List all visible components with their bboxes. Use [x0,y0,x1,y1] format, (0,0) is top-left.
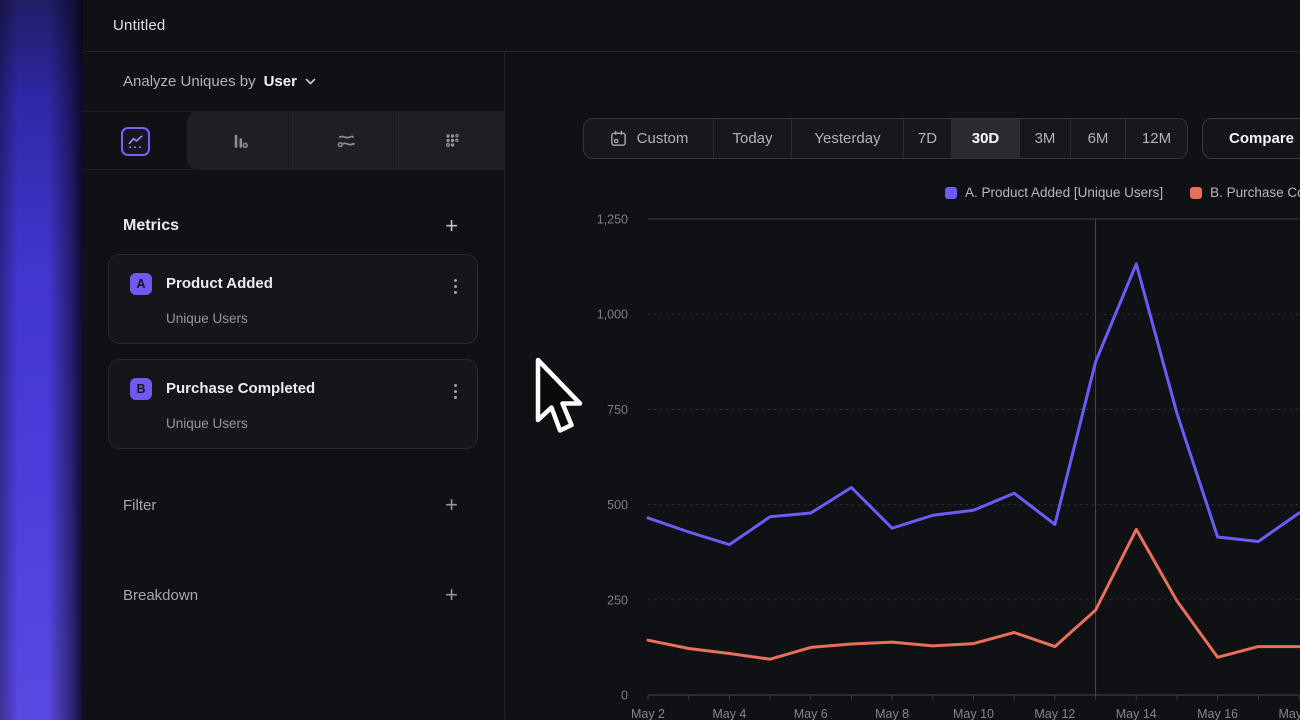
filter-section: Filter + [83,493,504,517]
breakdown-section: Breakdown + [83,583,504,607]
tab-bar-chart[interactable] [187,112,292,169]
chart-panel: CustomTodayYesterday7D30D3M6M12M Compare… [505,52,1300,719]
series-line-a [648,264,1299,545]
filter-label: Filter [123,497,156,514]
app-window: Untitled Analyze Uniques by User Metr [83,0,1300,720]
top-bar: Untitled [83,0,1300,52]
x-axis-tick-label: May 18 [1279,707,1300,720]
chart-type-tab-group [187,112,504,169]
metric-name: Product Added [166,275,273,292]
analyze-row: Analyze Uniques by User [83,52,504,112]
kebab-menu-icon[interactable] [454,384,457,399]
tab-dot-grid[interactable] [398,112,504,169]
series-line-b [648,529,1299,659]
x-axis-tick-label: May 8 [875,707,909,720]
metric-card[interactable]: A Product Added Unique Users [108,254,478,344]
mouse-cursor [533,357,585,441]
x-axis-tick-label: May 12 [1034,707,1075,720]
report-title: Untitled [113,17,165,34]
line-chart[interactable]: 0 250 500 750 1,000 1,250 May 2 May 4 May 6 May 8… [505,52,1299,719]
analyze-entity-dropdown[interactable]: User [264,73,297,90]
metric-badge: A [130,273,152,295]
y-axis-tick-label: 1,250 [597,213,628,227]
metrics-list: A Product Added Unique Users B Purchase … [83,254,504,449]
metric-card[interactable]: B Purchase Completed Unique Users [108,359,478,449]
metrics-header: Metrics + [83,214,504,238]
tab-flow[interactable] [292,112,398,169]
tab-line-chart-active[interactable] [121,127,150,156]
metric-measure[interactable]: Unique Users [166,416,248,431]
x-axis-tick-label: May 16 [1197,707,1238,720]
x-axis-tick-label: May 14 [1116,707,1157,720]
flow-icon [334,129,358,153]
y-axis-tick-label: 250 [607,593,628,607]
chart-type-tabs [83,112,504,170]
add-filter-button[interactable]: + [445,495,458,515]
kebab-menu-icon[interactable] [454,279,457,294]
background-gradient-strip [0,0,83,720]
chevron-down-icon[interactable] [305,78,316,85]
x-axis-tick-label: May 6 [794,707,828,720]
y-axis-tick-label: 1,000 [597,308,628,322]
breakdown-label: Breakdown [123,587,198,604]
analyze-label: Analyze Uniques by [123,73,256,90]
bar-chart-icon [228,129,252,153]
metrics-title: Metrics [123,217,179,235]
sidebar: Analyze Uniques by User Metrics + A [83,52,505,719]
x-axis-tick-label: May 2 [631,707,665,720]
add-metric-button[interactable]: + [445,216,458,236]
metric-name: Purchase Completed [166,380,315,397]
y-axis-tick-label: 500 [607,498,628,512]
metric-badge: B [130,378,152,400]
dot-grid-icon [440,129,464,153]
x-axis-tick-label: May 4 [712,707,746,720]
line-chart-icon [126,132,145,151]
y-axis-tick-label: 0 [621,689,628,703]
y-axis-tick-label: 750 [607,403,628,417]
add-breakdown-button[interactable]: + [445,585,458,605]
metric-measure[interactable]: Unique Users [166,311,248,326]
x-axis-tick-label: May 10 [953,707,994,720]
